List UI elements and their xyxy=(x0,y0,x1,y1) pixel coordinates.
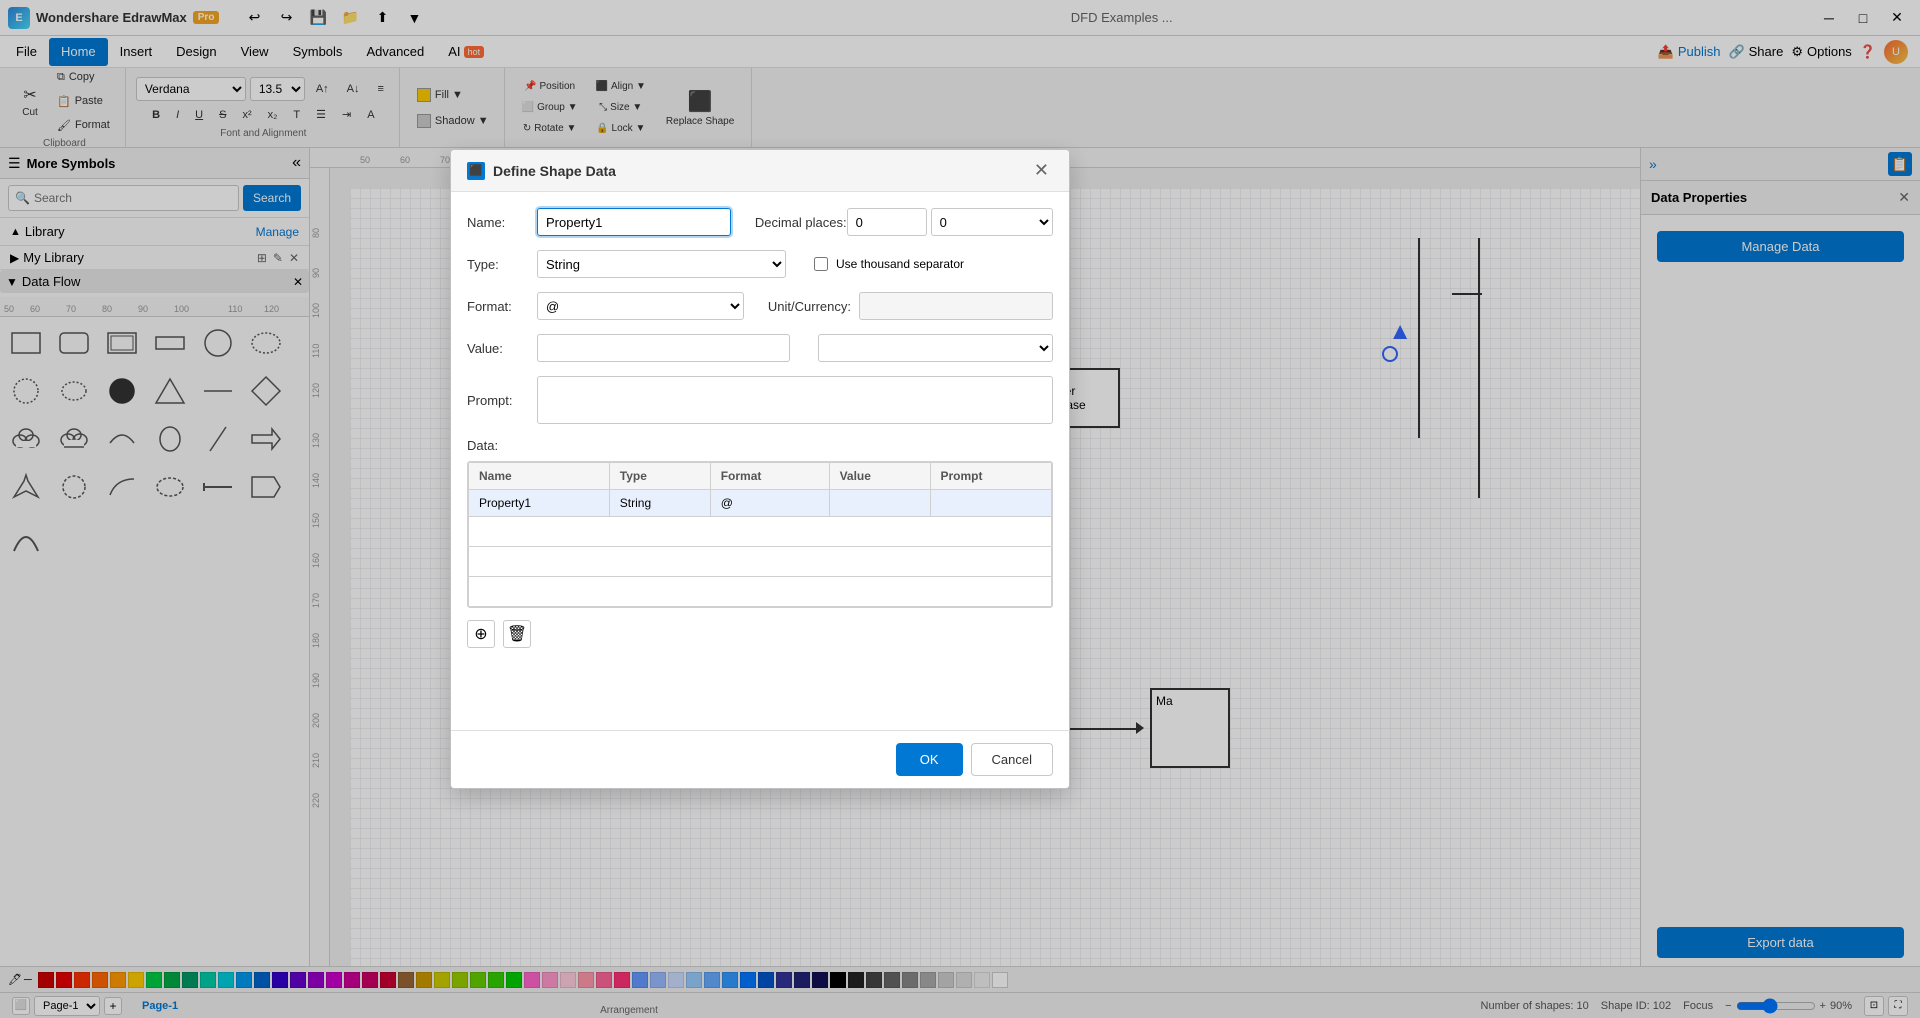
dialog-body: Name: Decimal places: 0 1 2 Type: String… xyxy=(451,192,1069,730)
name-label: Name: xyxy=(467,215,537,230)
row-format: @ xyxy=(710,490,829,517)
define-shape-data-dialog: ⬛ Define Shape Data ✕ Name: Decimal plac… xyxy=(450,149,1070,789)
empty-row-3 xyxy=(469,577,1052,607)
decimal-input[interactable] xyxy=(847,208,927,236)
row-value xyxy=(829,490,930,517)
type-label: Type: xyxy=(467,257,537,272)
format-label: Format: xyxy=(467,299,537,314)
empty-row-2 xyxy=(469,547,1052,577)
value-right-select[interactable] xyxy=(818,334,1053,362)
dialog-close-btn[interactable]: ✕ xyxy=(1030,160,1053,181)
col-format: Format xyxy=(710,463,829,490)
dialog-header-icon: ⬛ xyxy=(467,162,485,180)
delete-row-btn[interactable]: 🗑 xyxy=(503,620,531,648)
format-select[interactable]: @ 0 0.00 xyxy=(537,292,744,320)
col-type: Type xyxy=(609,463,710,490)
dialog-title: Define Shape Data xyxy=(493,163,1022,179)
type-select[interactable]: String Number Boolean Date xyxy=(537,250,786,278)
value-label: Value: xyxy=(467,341,537,356)
col-value: Value xyxy=(829,463,930,490)
data-label: Data: xyxy=(467,438,1053,453)
value-row: Value: xyxy=(467,334,1053,362)
data-table: Name Type Format Value Prompt Property1 … xyxy=(468,462,1052,607)
format-row: Format: @ 0 0.00 Unit/Currency: xyxy=(467,292,1053,320)
dialog-overlay: ⬛ Define Shape Data ✕ Name: Decimal plac… xyxy=(0,0,1920,1018)
row-name: Property1 xyxy=(469,490,610,517)
cancel-btn[interactable]: Cancel xyxy=(971,743,1053,776)
table-row[interactable]: Property1 String @ xyxy=(469,490,1052,517)
add-row-btn[interactable]: ⊕ xyxy=(467,620,495,648)
prompt-row: Prompt: xyxy=(467,376,1053,424)
row-type: String xyxy=(609,490,710,517)
dialog-footer: OK Cancel xyxy=(451,730,1069,788)
value-left-input[interactable] xyxy=(537,334,790,362)
thousand-separator-checkbox[interactable] xyxy=(814,257,828,271)
decimal-select[interactable]: 0 1 2 xyxy=(931,208,1053,236)
col-name: Name xyxy=(469,463,610,490)
col-prompt: Prompt xyxy=(930,463,1052,490)
prompt-label: Prompt: xyxy=(467,393,537,408)
empty-row-1 xyxy=(469,517,1052,547)
ok-btn[interactable]: OK xyxy=(896,743,963,776)
name-row: Name: Decimal places: 0 1 2 xyxy=(467,208,1053,236)
name-input[interactable] xyxy=(537,208,731,236)
data-table-container: Name Type Format Value Prompt Property1 … xyxy=(467,461,1053,608)
row-prompt xyxy=(930,490,1052,517)
unit-currency-input[interactable] xyxy=(859,292,1053,320)
thousand-separator-label: Use thousand separator xyxy=(836,257,964,271)
type-row: Type: String Number Boolean Date Use tho… xyxy=(467,250,1053,278)
data-actions: ⊕ 🗑 xyxy=(467,616,1053,652)
decimal-label: Decimal places: xyxy=(737,215,847,230)
unit-currency-label: Unit/Currency: xyxy=(768,299,851,314)
dialog-header: ⬛ Define Shape Data ✕ xyxy=(451,150,1069,192)
prompt-textarea[interactable] xyxy=(537,376,1053,424)
data-section: Data: Name Type Format Value Prompt xyxy=(467,438,1053,652)
